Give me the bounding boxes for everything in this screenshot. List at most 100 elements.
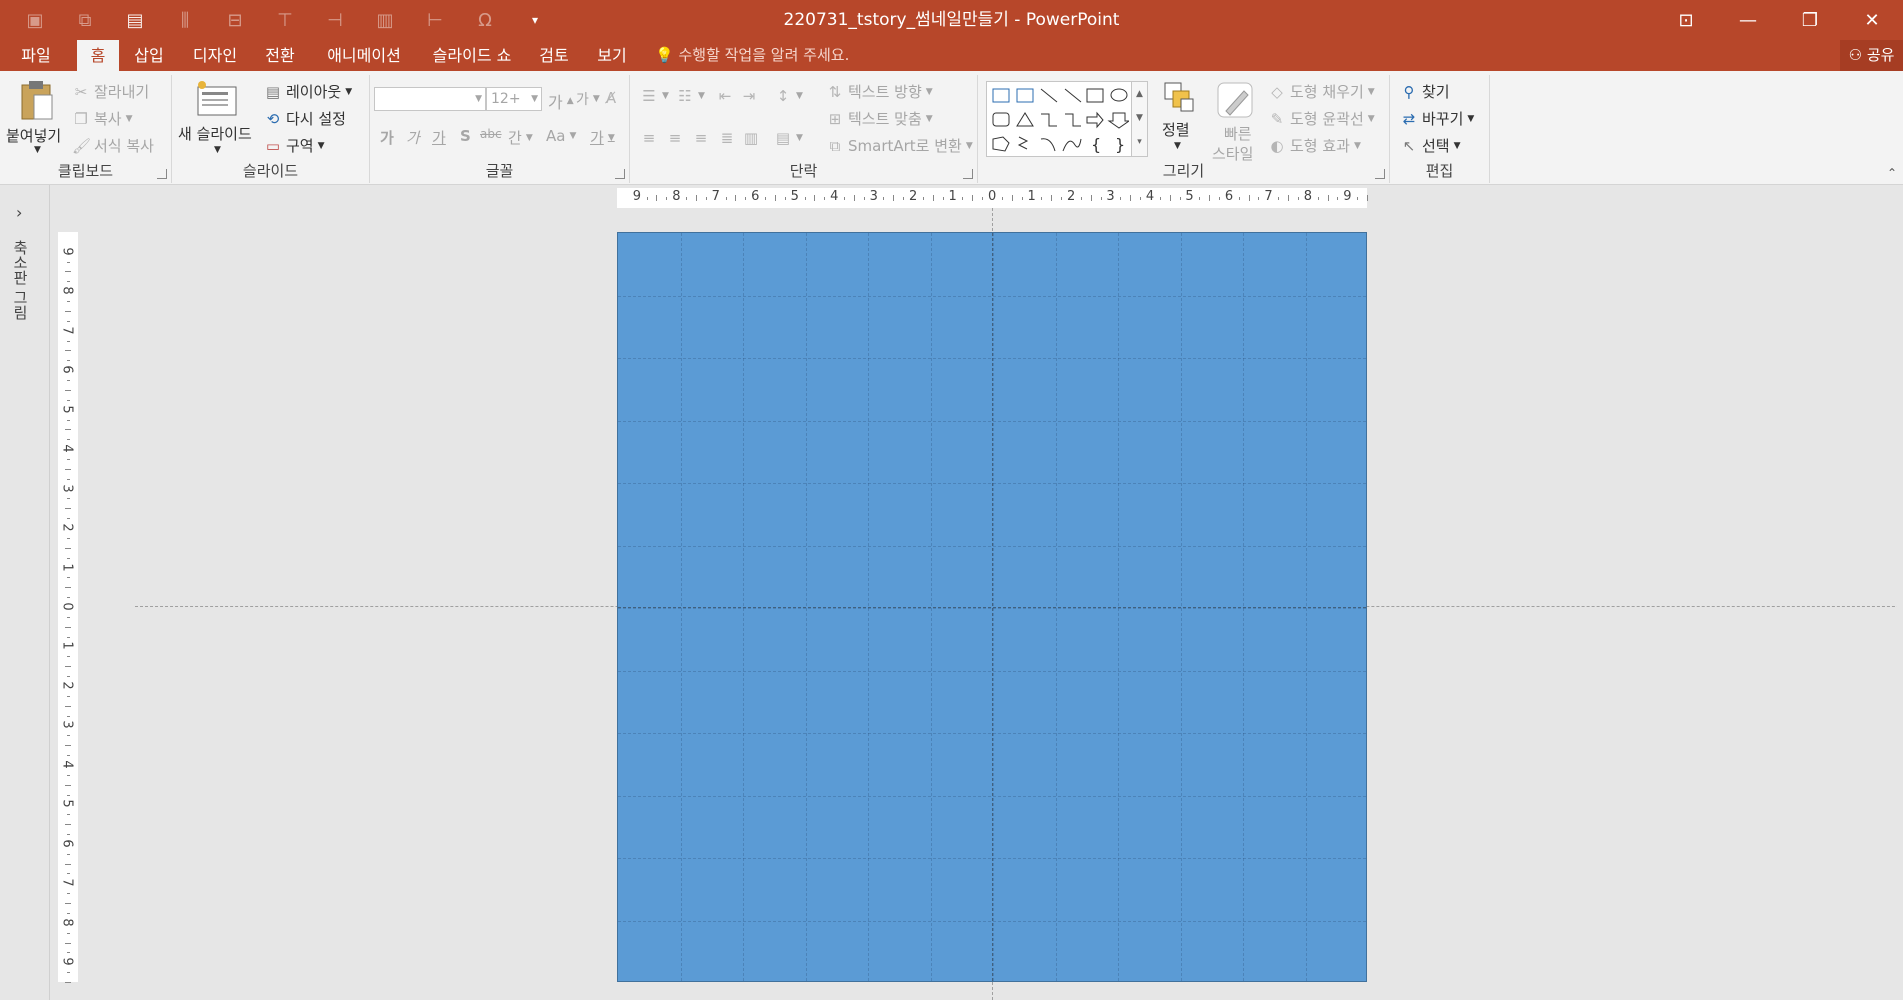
group-font: ▼ 12+ ▼ 가 ▲ 가 ▼ A̸ 가 가 가 S abc 간 ▼ Aa ▼ 가 ▼ 글… <box>370 75 630 183</box>
align-right-button[interactable]: ≡ <box>692 129 710 147</box>
minimize-icon[interactable]: — <box>1717 0 1779 40</box>
arrange-button[interactable]: 정렬 ▼ <box>1156 79 1204 159</box>
align-text-button[interactable]: ⊞ 텍스트 맞춤 ▼ <box>826 108 933 129</box>
align-center-button[interactable]: ≡ <box>666 129 684 147</box>
quick-styles-button[interactable]: 빠른 스타일 <box>1208 79 1264 163</box>
tab-animations[interactable]: 애니메이션 <box>318 40 410 71</box>
font-name-combobox[interactable]: ▼ <box>374 87 486 111</box>
shape-effects-button[interactable]: ◐ 도형 효과 ▼ <box>1268 135 1360 156</box>
ruler-tick <box>922 196 924 200</box>
font-size-combobox[interactable]: 12+ ▼ <box>486 87 542 111</box>
increase-indent-button[interactable]: ⇥ <box>740 87 758 105</box>
close-icon[interactable]: ✕ <box>1841 0 1903 40</box>
clear-format-button[interactable]: A̸ <box>602 89 620 107</box>
bold-button[interactable]: 가 <box>380 127 394 148</box>
ruler-tick <box>66 458 70 460</box>
new-slide-label: 새 슬라이드 <box>178 125 252 143</box>
tell-me-box[interactable]: 💡 수행할 작업을 알려 주세요. <box>655 40 849 71</box>
select-button[interactable]: ↖ 선택 ▼ <box>1400 135 1461 156</box>
shape-fill-button[interactable]: ◇ 도형 채우기 ▼ <box>1268 81 1374 102</box>
ruler-number: 6 <box>59 365 75 374</box>
ruler-tick <box>66 695 70 697</box>
align-text-label: 텍스트 맞춤 <box>848 110 922 128</box>
expand-pane-icon[interactable]: › <box>16 203 22 222</box>
share-button[interactable]: ⚇ 공유 <box>1840 40 1903 71</box>
drawing-launcher-icon[interactable] <box>1375 169 1385 179</box>
ruler-number: 3 <box>59 720 75 730</box>
gallery-scrollbar[interactable]: ▲ ▼ ▾ <box>1131 82 1147 156</box>
ruler-tick <box>893 195 895 201</box>
vertical-scrollbar[interactable] <box>1897 185 1903 1000</box>
bullets-button[interactable]: ☰ ▼ <box>640 87 669 105</box>
slide[interactable] <box>617 232 1367 982</box>
tab-home[interactable]: 홈 <box>77 40 119 71</box>
char-spacing-button[interactable]: 간 ▼ <box>508 127 533 148</box>
ribbon-display-icon[interactable]: ⊡ <box>1655 0 1717 40</box>
tab-review[interactable]: 검토 <box>534 40 574 71</box>
cut-button[interactable]: ✂ 잘라내기 <box>72 81 150 102</box>
strikethrough-button[interactable]: abc <box>480 127 502 141</box>
shrink-font-button[interactable]: 가 ▼ <box>576 89 600 109</box>
shape-outline-button[interactable]: ✎ 도형 윤곽선 ▼ <box>1268 108 1375 129</box>
paragraph-launcher-icon[interactable] <box>963 169 973 179</box>
change-case-label: Aa <box>546 127 566 145</box>
shapes-gallery-icons: { } <box>992 88 1129 154</box>
collapse-ribbon-icon[interactable]: ⌃ <box>1887 166 1897 180</box>
window-controls: ⊡ — ❐ ✕ <box>1655 0 1903 40</box>
ruler-tick <box>1238 196 1240 200</box>
ruler-tick <box>1218 196 1220 200</box>
smartart-button[interactable]: ⧉ SmartArt로 변환 ▼ <box>826 135 973 156</box>
tab-view[interactable]: 보기 <box>592 40 632 71</box>
find-button[interactable]: ⚲ 찾기 <box>1400 81 1450 102</box>
tab-design[interactable]: 디자인 <box>185 40 245 71</box>
tab-insert[interactable]: 삽입 <box>127 40 171 71</box>
align-center-text-icon: ≡ <box>668 129 682 147</box>
ruler-number: 1 <box>948 189 957 204</box>
tab-transitions[interactable]: 전환 <box>258 40 302 71</box>
layout-button[interactable]: ▤ 레이아웃 ▼ <box>264 81 352 102</box>
distributed-button[interactable]: ▥ <box>742 129 760 147</box>
ruler-number: 5 <box>59 799 75 808</box>
scissors-icon: ✂ <box>74 82 88 101</box>
ruler-tick <box>774 195 776 201</box>
copy-button[interactable]: ❐ 복사 ▼ <box>72 108 132 129</box>
new-slide-button[interactable]: 새 슬라이드 ▼ <box>178 77 258 161</box>
line-spacing-button[interactable]: ↕ ▼ <box>774 87 803 105</box>
ruler-tick <box>1011 195 1013 201</box>
grow-font-button[interactable]: 가 ▲ <box>548 89 574 113</box>
window-title: 220731_tstory_썸네일만들기 - PowerPoint <box>783 10 1120 30</box>
group-clipboard: 붙여넣기 ▼ ✂ 잘라내기 ❐ 복사 ▼ 🖌 서식 복사 클립보드 <box>0 75 172 183</box>
shapes-gallery[interactable]: { } ▲ ▼ ▾ <box>986 81 1148 157</box>
italic-button[interactable]: 가 <box>406 127 420 148</box>
ruler-number: 5 <box>59 404 75 414</box>
tab-file[interactable]: 파일 <box>10 40 62 71</box>
shadow-button[interactable]: S <box>460 127 471 145</box>
reset-button[interactable]: ⟲ 다시 설정 <box>264 108 346 129</box>
underline-button[interactable]: 가 <box>432 127 446 148</box>
tab-slideshow[interactable]: 슬라이드 쇼 <box>424 40 520 71</box>
justify-button[interactable]: ≣ <box>718 129 736 147</box>
slide-grid-line <box>1305 233 1307 981</box>
ruler-tick <box>66 419 70 421</box>
decrease-indent-button[interactable]: ⇤ <box>716 87 734 105</box>
reset-icon: ⟲ <box>266 109 280 128</box>
font-color-button[interactable]: 가 ▼ <box>590 127 615 148</box>
text-direction-button[interactable]: ⇅ 텍스트 방향 ▼ <box>826 81 933 102</box>
ruler-tick <box>824 196 826 200</box>
ruler-tick <box>66 518 70 520</box>
shrink-font-label: 가 <box>576 92 589 108</box>
numbering-button[interactable]: ☷ ▼ <box>676 87 705 105</box>
format-painter-button[interactable]: 🖌 서식 복사 <box>72 135 154 156</box>
clipboard-launcher-icon[interactable] <box>157 169 167 179</box>
font-launcher-icon[interactable] <box>615 169 625 179</box>
slide-grid-line <box>618 358 1366 359</box>
section-button[interactable]: ▭ 구역 ▼ <box>264 135 325 156</box>
paste-button[interactable]: 붙여넣기 ▼ <box>6 77 66 161</box>
restore-icon[interactable]: ❐ <box>1779 0 1841 40</box>
columns-button[interactable]: ▤ ▼ <box>774 129 803 147</box>
align-left-button[interactable]: ≡ <box>640 129 658 147</box>
replace-button[interactable]: ⇄ 바꾸기 ▼ <box>1400 108 1475 129</box>
ruler-tick <box>1100 196 1102 200</box>
group-drawing: { } ▲ ▼ ▾ 정렬 ▼ 빠른 스타일 ◇ 도형 채우기 ▼ ✎ 도형 윤곽… <box>978 75 1390 183</box>
change-case-button[interactable]: Aa ▼ <box>546 127 576 145</box>
